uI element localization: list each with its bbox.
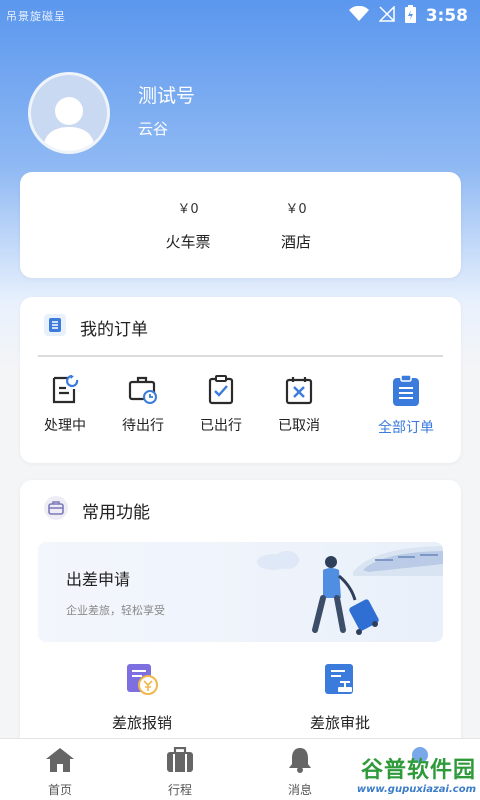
- features-card: 常用功能 出差申请 企业差旅，轻松享受 差旅报销 差旅审批: [20, 480, 461, 760]
- feature-label: 差旅审批: [309, 714, 370, 732]
- status-time: 3:58: [425, 6, 468, 26]
- status-left-text: 吊景旋磁呈: [6, 10, 66, 23]
- all-orders-icon: [393, 375, 419, 406]
- suitcase-clock-icon: [128, 376, 157, 404]
- balance-hotel[interactable]: ￥0 酒店: [256, 198, 336, 252]
- watermark-logo: 谷普软件园 www.gupuxiazai.com: [336, 752, 480, 800]
- traveler-train-illustration: [257, 546, 443, 635]
- feature-label: 差旅报销: [111, 714, 172, 732]
- status-icons: 3:58: [348, 5, 468, 27]
- tab-itinerary[interactable]: 行程: [140, 746, 220, 798]
- approval-icon: [325, 664, 353, 694]
- feature-reimbursement[interactable]: 差旅报销: [72, 662, 212, 733]
- user-avatar-icon: [43, 97, 95, 151]
- tab-home[interactable]: 首页: [20, 747, 100, 798]
- bell-icon: [289, 748, 311, 773]
- watermark-text: 谷普软件园: [360, 758, 476, 783]
- profile-header[interactable]: 测试号 云谷: [28, 72, 195, 154]
- business-trip-banner[interactable]: 出差申请 企业差旅，轻松享受: [38, 542, 443, 642]
- processing-doc-icon: [52, 375, 79, 404]
- order-label: 待出行: [122, 418, 164, 434]
- features-header: 常用功能: [20, 480, 461, 540]
- balance-amount: ￥0: [285, 202, 307, 217]
- tab-label: 首页: [47, 783, 72, 797]
- toolbox-icon: [44, 496, 68, 524]
- order-label: 全部订单: [378, 420, 434, 436]
- order-list-icon: [44, 314, 66, 340]
- order-departed[interactable]: 已出行: [186, 375, 256, 435]
- tab-label: 消息: [287, 783, 312, 797]
- order-label: 已取消: [278, 418, 320, 434]
- tab-label: 行程: [167, 783, 192, 797]
- banner-subtitle: 企业差旅，轻松享受: [66, 604, 165, 617]
- balance-amount: ￥0: [177, 202, 199, 217]
- orders-card: 我的订单 处理中 待出行 已出行 已取消 全部订单: [20, 297, 461, 463]
- no-signal-icon: [377, 5, 395, 26]
- order-cancelled[interactable]: 已取消: [264, 375, 334, 435]
- balance-train[interactable]: ￥0 火车票: [148, 198, 228, 252]
- cancel-box-icon: [285, 377, 313, 405]
- orders-title: 我的订单: [80, 319, 148, 340]
- user-company: 云谷: [138, 120, 169, 138]
- watermark-url: www.gupuxiazai.com: [356, 784, 476, 795]
- user-name: 测试号: [138, 85, 196, 107]
- balance-label: 酒店: [280, 233, 311, 251]
- orders-header: 我的订单: [20, 297, 461, 357]
- order-pending[interactable]: 待出行: [108, 375, 178, 435]
- tab-messages[interactable]: 消息: [260, 747, 340, 798]
- home-icon: [46, 748, 74, 772]
- avatar[interactable]: [28, 72, 110, 154]
- order-processing[interactable]: 处理中: [30, 375, 100, 435]
- status-bar: 吊景旋磁呈 3:58: [0, 0, 480, 32]
- wifi-icon: [348, 5, 369, 26]
- suitcase-icon: [167, 746, 193, 772]
- banner-title: 出差申请: [66, 570, 131, 589]
- order-label: 处理中: [44, 418, 86, 434]
- battery-icon: [404, 5, 416, 27]
- clipboard-check-icon: [208, 375, 234, 405]
- order-all[interactable]: 全部订单: [366, 375, 446, 437]
- feature-approval[interactable]: 差旅审批: [270, 662, 410, 733]
- balance-card: ￥0 火车票 ￥0 酒店: [20, 172, 461, 278]
- order-label: 已出行: [200, 418, 242, 434]
- balance-label: 火车票: [165, 233, 211, 251]
- orders-divider: [38, 355, 443, 357]
- reimburse-icon: [127, 664, 158, 695]
- features-title: 常用功能: [82, 502, 150, 523]
